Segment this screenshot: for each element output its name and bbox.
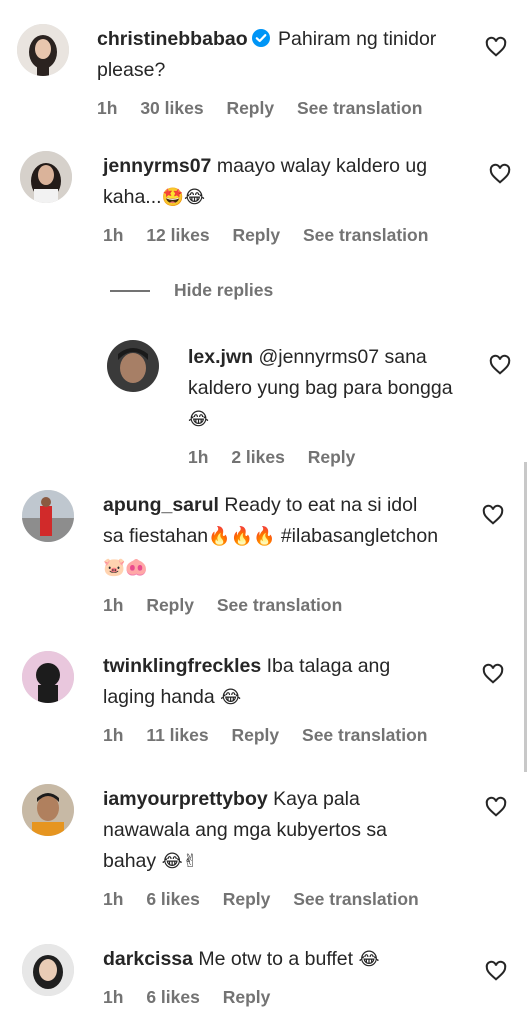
emoji: 😂 [220,687,242,708]
timestamp: 1h [97,98,118,118]
heart-icon[interactable] [485,960,507,982]
likes-count[interactable]: 6 likes [146,987,200,1007]
avatar[interactable] [22,784,74,836]
comment-text: darkcissa Me otw to a buffet 😂 [103,944,443,975]
see-translation-button[interactable]: See translation [293,889,418,909]
username[interactable]: christinebbabao [97,28,248,50]
heart-icon[interactable] [485,796,507,818]
reply-button[interactable]: Reply [232,225,280,245]
mention-link[interactable]: @jennyrms07 [258,346,379,368]
timestamp: 1h [103,725,124,745]
heart-icon[interactable] [482,663,504,685]
likes-count[interactable]: 2 likes [231,447,285,467]
likes-count[interactable]: 30 likes [140,98,203,118]
comment-meta: 1h 2 likes Reply [188,447,468,468]
avatar[interactable] [22,651,74,703]
divider [110,289,150,292]
comment-meta: 1h Reply See translation [103,595,443,616]
comment-meta: 1h 12 likes Reply See translation [103,225,448,246]
emoji: 🤩😂 [161,187,205,208]
username[interactable]: lex.jwn [188,346,253,368]
emoji: 🔥🔥🔥 [208,526,276,547]
emoji: 🐷🐽 [103,557,148,578]
reply-button[interactable]: Reply [146,595,194,615]
avatar[interactable] [17,24,69,76]
username[interactable]: apung_sarul [103,494,219,516]
avatar[interactable] [22,944,74,996]
username[interactable]: iamyourprettyboy [103,788,268,810]
reply-button[interactable]: Reply [223,889,271,909]
comment-meta: 1h 11 likes Reply See translation [103,725,433,746]
reply-button[interactable]: Reply [308,447,356,467]
comment-meta: 1h 6 likes Reply See translation [103,889,443,910]
see-translation-button[interactable]: See translation [302,725,427,745]
avatar[interactable] [20,151,72,203]
username[interactable]: darkcissa [103,948,193,970]
comment-text: jennyrms07 maayo walay kaldero ug kaha..… [103,151,448,213]
emoji: 😂✌ [161,851,198,872]
avatar[interactable] [107,340,159,392]
heart-icon[interactable] [489,163,511,185]
comment-text: iamyourprettyboy Kaya pala nawawala ang … [103,784,443,877]
emoji: 😂 [188,409,210,430]
likes-count[interactable]: 12 likes [146,225,209,245]
hide-replies-button[interactable]: Hide replies [110,280,273,301]
hashtag-link[interactable]: #ilabasangletchon [281,525,438,547]
comment-body: Me otw to a buffet [198,948,354,970]
comment-meta: 1h 6 likes Reply [103,987,443,1008]
emoji: 😂 [358,949,380,970]
comment-text: apung_sarul Ready to eat na si idol sa f… [103,490,443,583]
timestamp: 1h [188,447,209,467]
likes-count[interactable]: 11 likes [146,725,208,745]
timestamp: 1h [103,987,124,1007]
comment-text: lex.jwn @jennyrms07 sana kaldero yung ba… [188,342,468,435]
timestamp: 1h [103,225,124,245]
avatar[interactable] [22,490,74,542]
comment-text: christinebbabao Pahiram ng tinidor pleas… [97,24,437,86]
reply-button[interactable]: Reply [231,725,279,745]
timestamp: 1h [103,595,124,615]
likes-count[interactable]: 6 likes [146,889,200,909]
heart-icon[interactable] [485,36,507,58]
see-translation-button[interactable]: See translation [217,595,342,615]
heart-icon[interactable] [489,354,511,376]
reply-button[interactable]: Reply [223,987,271,1007]
hide-replies-label: Hide replies [174,280,274,300]
see-translation-button[interactable]: See translation [297,98,422,118]
comment-meta: 1h 30 likes Reply See translation [97,98,437,119]
comment-text: twinklingfreckles Iba talaga ang laging … [103,651,433,713]
see-translation-button[interactable]: See translation [303,225,428,245]
verified-badge-icon [251,27,271,47]
timestamp: 1h [103,889,124,909]
heart-icon[interactable] [482,504,504,526]
username[interactable]: jennyrms07 [103,155,211,177]
reply-button[interactable]: Reply [226,98,274,118]
username[interactable]: twinklingfreckles [103,655,261,677]
